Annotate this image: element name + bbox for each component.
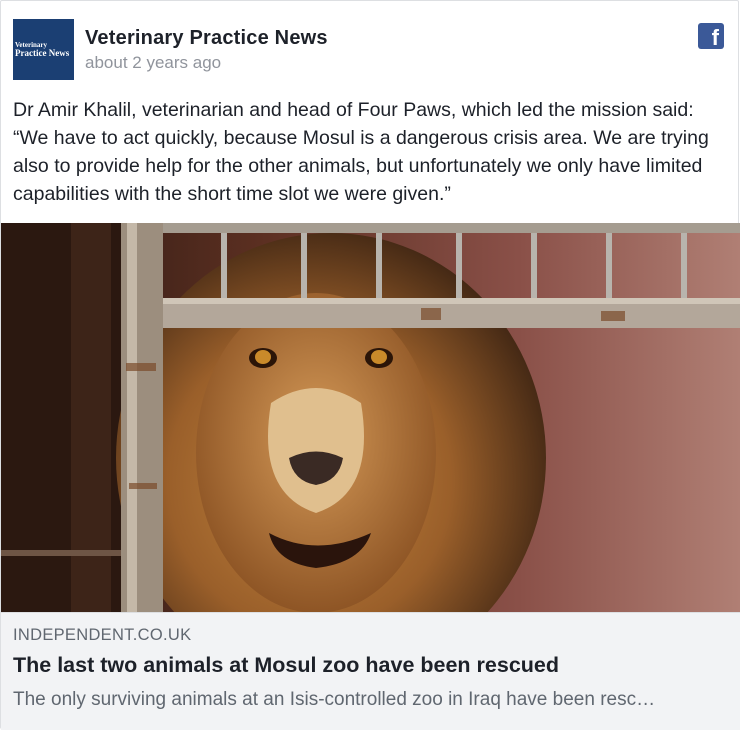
link-description: The only surviving animals at an Isis-co… [13,689,656,710]
link-domain: INDEPENDENT.CO.UK [13,626,192,644]
post-photo-lion[interactable] [1,223,740,612]
post-header: Veterinary Practice News Veterinary Prac… [13,19,726,81]
post-text: Dr Amir Khalil, veterinarian and head of… [13,99,709,205]
link-preview[interactable]: INDEPENDENT.CO.UK The last two animals a… [1,612,740,730]
page-name-link[interactable]: Veterinary Practice News [85,27,328,50]
post-timestamp[interactable]: about 2 years ago [85,53,221,73]
link-title[interactable]: The last two animals at Mosul zoo have b… [13,653,559,678]
page-avatar[interactable]: Veterinary Practice News [13,19,74,80]
facebook-icon[interactable]: f [698,23,724,49]
facebook-post-card: Veterinary Practice News Veterinary Prac… [0,0,740,730]
avatar-line2: Practice News [15,47,70,58]
